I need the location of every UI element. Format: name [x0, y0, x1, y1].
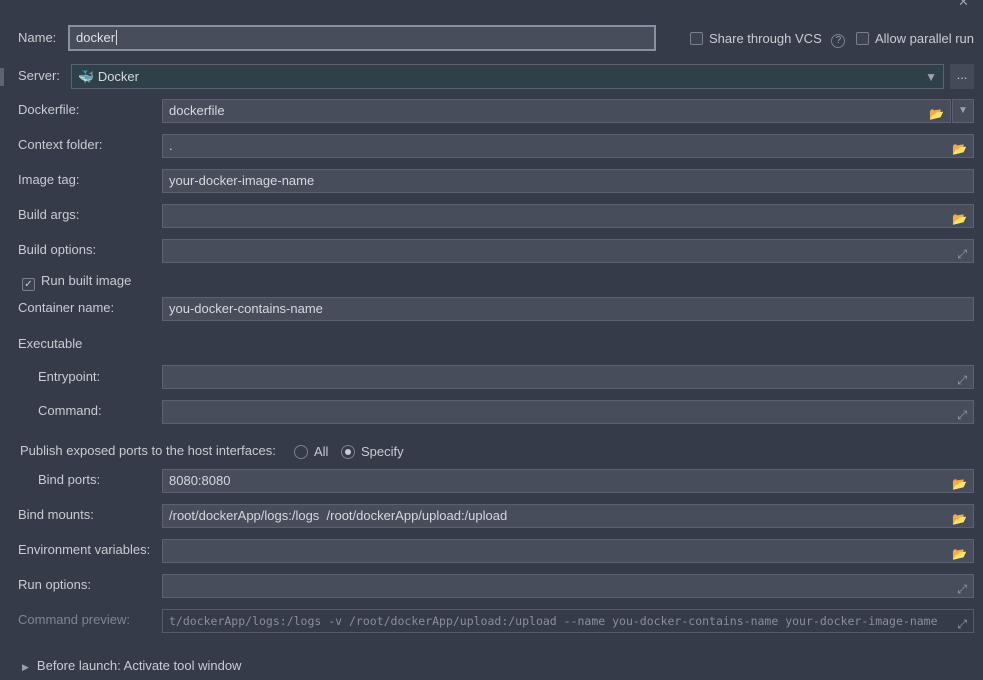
- help-icon[interactable]: ?: [831, 34, 846, 48]
- server-select[interactable]: 🐳 Docker ▼: [71, 64, 944, 89]
- docker-icon: 🐳: [78, 69, 95, 84]
- command-label: Command:: [38, 403, 102, 418]
- folder-icon[interactable]: 📂: [952, 473, 967, 492]
- folder-icon[interactable]: 📂: [952, 138, 967, 157]
- chevron-down-icon: ▼: [925, 70, 937, 84]
- run-options-input[interactable]: ⤢: [162, 574, 974, 598]
- env-vars-label: Environment variables:: [18, 542, 151, 557]
- container-name-label: Container name:: [18, 300, 115, 315]
- command-preview-label: Command preview:: [18, 612, 130, 627]
- build-args-input[interactable]: 📂: [162, 204, 974, 228]
- allow-parallel-checkbox[interactable]: Allow parallel run: [856, 31, 974, 46]
- run-options-label: Run options:: [18, 577, 91, 592]
- name-label: Name:: [18, 30, 57, 45]
- context-folder-input[interactable]: . 📂: [162, 134, 974, 158]
- build-options-label: Build options:: [18, 242, 97, 257]
- bind-ports-label: Bind ports:: [38, 472, 101, 487]
- context-folder-label: Context folder:: [18, 137, 103, 152]
- container-name-input[interactable]: you-docker-contains-name: [162, 297, 974, 321]
- command-input[interactable]: ⤢: [162, 400, 974, 424]
- gutter-marker: [0, 68, 4, 86]
- triangle-right-icon: ▶: [22, 662, 29, 672]
- entrypoint-input[interactable]: ⤢: [162, 365, 974, 389]
- bind-ports-input[interactable]: 8080:8080 📂: [162, 469, 974, 493]
- publish-label: Publish exposed ports to the host interf…: [20, 443, 276, 458]
- build-options-input[interactable]: ⤢: [162, 239, 974, 263]
- entrypoint-label: Entrypoint:: [38, 369, 101, 384]
- folder-icon[interactable]: 📂: [952, 543, 967, 562]
- bind-mounts-input[interactable]: /root/dockerApp/logs:/logs /root/dockerA…: [162, 504, 974, 528]
- folder-icon[interactable]: 📂: [952, 508, 967, 527]
- expand-icon[interactable]: ⤢: [957, 404, 967, 423]
- server-more-button[interactable]: ...: [950, 64, 974, 89]
- close-icon[interactable]: ✕: [958, 0, 969, 10]
- executable-heading: Executable: [18, 336, 83, 351]
- command-preview-field[interactable]: t/dockerApp/logs:/logs -v /root/dockerAp…: [162, 609, 974, 633]
- env-vars-input[interactable]: 📂: [162, 539, 974, 563]
- dockerfile-input[interactable]: dockerfile 📂: [162, 99, 951, 123]
- expand-icon[interactable]: ⤢: [957, 613, 967, 632]
- publish-specify-radio[interactable]: Specify: [341, 444, 404, 459]
- build-args-label: Build args:: [18, 207, 80, 222]
- server-label: Server:: [18, 68, 60, 83]
- before-launch-toggle[interactable]: ▶ Before launch: Activate tool window: [22, 658, 241, 673]
- bind-mounts-label: Bind mounts:: [18, 507, 94, 522]
- expand-icon[interactable]: ⤢: [957, 578, 967, 597]
- dockerfile-label: Dockerfile:: [18, 102, 80, 117]
- dockerfile-dropdown[interactable]: ▼: [952, 99, 974, 123]
- name-input[interactable]: docker: [68, 25, 656, 51]
- folder-icon[interactable]: 📂: [929, 103, 944, 122]
- image-tag-input[interactable]: your-docker-image-name: [162, 169, 974, 193]
- publish-all-radio[interactable]: All: [294, 444, 328, 459]
- image-tag-label: Image tag:: [18, 172, 80, 187]
- run-built-image-checkbox[interactable]: ✓ Run built image: [22, 273, 131, 291]
- share-vcs-checkbox[interactable]: Share through VCS ?: [690, 31, 846, 48]
- expand-icon[interactable]: ⤢: [957, 243, 967, 262]
- folder-icon[interactable]: 📂: [952, 208, 967, 227]
- expand-icon[interactable]: ⤢: [957, 369, 967, 388]
